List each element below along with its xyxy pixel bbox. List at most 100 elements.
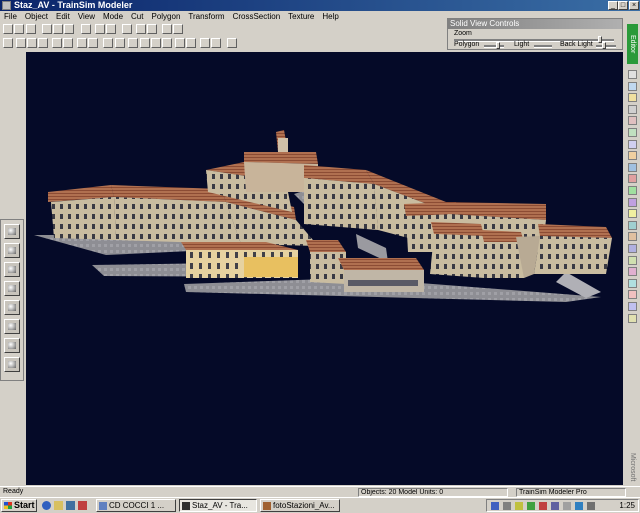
task-cd-cocci[interactable]: CD COCCI 1 ... xyxy=(96,499,176,512)
object-tool-icon[interactable] xyxy=(628,116,637,126)
zoom-in-icon[interactable] xyxy=(162,24,172,34)
network-icon[interactable] xyxy=(491,502,499,510)
desktop-quicklaunch-icon[interactable] xyxy=(54,501,63,510)
smooth-tool-icon[interactable] xyxy=(628,220,637,230)
rotate-icon[interactable] xyxy=(136,24,146,34)
cone-primitive-icon[interactable] xyxy=(4,300,20,315)
box-select-icon[interactable] xyxy=(52,38,62,48)
menu-crosssection[interactable]: CrossSection xyxy=(229,11,285,22)
monitor-icon[interactable] xyxy=(503,502,511,510)
camera-tool-icon[interactable] xyxy=(628,151,637,161)
redo-icon[interactable] xyxy=(106,24,116,34)
array-tool-icon[interactable] xyxy=(628,290,637,300)
menu-texture[interactable]: Texture xyxy=(284,11,318,22)
red-mark-icon[interactable] xyxy=(175,38,185,48)
light-tool-icon[interactable] xyxy=(628,139,637,149)
menu-file[interactable]: File xyxy=(0,11,21,22)
wedge-primitive-icon[interactable] xyxy=(4,357,20,372)
display-icon[interactable] xyxy=(551,502,559,510)
bevel-tool-icon[interactable] xyxy=(628,267,637,277)
paint-tool-icon[interactable] xyxy=(628,197,637,207)
menu-polygon[interactable]: Polygon xyxy=(147,11,184,22)
group-tool-icon[interactable] xyxy=(628,128,637,137)
vertex-tool-icon[interactable] xyxy=(628,81,637,91)
cut-icon[interactable] xyxy=(42,24,52,34)
group-icon[interactable] xyxy=(103,38,113,48)
render-tool-icon[interactable] xyxy=(628,313,637,323)
close-button[interactable]: × xyxy=(629,1,639,10)
menu-transform[interactable]: Transform xyxy=(184,11,228,22)
edge-tool-icon[interactable] xyxy=(628,93,637,103)
polygon-slider-track[interactable] xyxy=(484,45,504,48)
menu-mode[interactable]: Mode xyxy=(99,11,127,22)
disc-primitive-icon[interactable] xyxy=(4,281,20,296)
texture-icon[interactable] xyxy=(227,38,237,48)
zoom-slider-knob[interactable] xyxy=(597,36,602,43)
task-foto-stazioni[interactable]: fotoStazioni_Av... xyxy=(260,499,340,512)
editor-tab[interactable]: Editor xyxy=(627,24,638,64)
antivirus-icon[interactable] xyxy=(527,502,535,510)
select-tool-icon[interactable] xyxy=(628,70,637,79)
sphere-primitive-icon[interactable] xyxy=(4,262,20,277)
start-button[interactable]: Start xyxy=(1,499,37,512)
cylinder-primitive-icon[interactable] xyxy=(4,243,20,258)
minimize-button[interactable]: _ xyxy=(608,1,618,10)
new-icon[interactable] xyxy=(3,24,13,34)
torus-primitive-icon[interactable] xyxy=(4,319,20,334)
mirror-tool-icon[interactable] xyxy=(628,278,637,288)
paste-icon[interactable] xyxy=(64,24,74,34)
menu-cut[interactable]: Cut xyxy=(127,11,147,22)
next-icon[interactable] xyxy=(211,38,221,48)
help-icon[interactable] xyxy=(81,24,91,34)
media-quicklaunch-icon[interactable] xyxy=(78,501,87,510)
weld-tool-icon[interactable] xyxy=(628,232,637,242)
material-tool-icon[interactable] xyxy=(628,162,637,172)
align-icon[interactable] xyxy=(140,38,150,48)
extrude-tool-icon[interactable] xyxy=(628,255,637,265)
undo-icon[interactable] xyxy=(95,24,105,34)
uv-tool-icon[interactable] xyxy=(628,186,637,195)
copy-icon[interactable] xyxy=(53,24,63,34)
light-slider-track[interactable] xyxy=(534,45,552,48)
polyline-icon[interactable] xyxy=(88,38,98,48)
scale-icon[interactable] xyxy=(147,24,157,34)
save-icon[interactable] xyxy=(26,24,36,34)
messenger-icon[interactable] xyxy=(575,502,583,510)
maximize-button[interactable]: □ xyxy=(618,1,628,10)
menu-view[interactable]: View xyxy=(74,11,99,22)
ie-quicklaunch-icon[interactable] xyxy=(42,501,51,510)
ungroup-icon[interactable] xyxy=(115,38,125,48)
volume-icon[interactable] xyxy=(515,502,523,510)
task-trainsim[interactable]: Staz_AV - Tra... xyxy=(179,499,257,512)
printer-icon[interactable] xyxy=(563,502,571,510)
menu-help[interactable]: Help xyxy=(318,11,342,22)
menu-object[interactable]: Object xyxy=(21,11,52,22)
prev-icon[interactable] xyxy=(200,38,210,48)
line-icon[interactable] xyxy=(77,38,87,48)
mirror-icon[interactable] xyxy=(128,38,138,48)
move-icon[interactable] xyxy=(122,24,132,34)
back-light-slider-knob[interactable] xyxy=(602,42,607,49)
snap-icon[interactable] xyxy=(151,38,161,48)
point-icon[interactable] xyxy=(27,38,37,48)
outlook-quicklaunch-icon[interactable] xyxy=(66,501,75,510)
app-icon[interactable] xyxy=(2,1,11,10)
zoom-out-icon[interactable] xyxy=(173,24,183,34)
update-icon[interactable] xyxy=(539,502,547,510)
open-icon[interactable] xyxy=(14,24,24,34)
delete-icon[interactable] xyxy=(186,38,196,48)
normal-tool-icon[interactable] xyxy=(628,209,637,219)
vertex-icon[interactable] xyxy=(16,38,26,48)
hemisphere-primitive-icon[interactable] xyxy=(4,338,20,353)
boolean-tool-icon[interactable] xyxy=(628,302,637,311)
lasso-icon[interactable] xyxy=(63,38,73,48)
texture-tool-icon[interactable] xyxy=(628,174,637,184)
solid-view-viewport[interactable] xyxy=(26,52,623,485)
cube-primitive-icon[interactable] xyxy=(4,224,20,239)
keyboard-icon[interactable] xyxy=(587,502,595,510)
polygon-slider-knob[interactable] xyxy=(496,42,500,49)
menu-edit[interactable]: Edit xyxy=(52,11,74,22)
face-icon[interactable] xyxy=(38,38,48,48)
light-icon[interactable] xyxy=(162,38,172,48)
face-tool-icon[interactable] xyxy=(628,104,637,114)
